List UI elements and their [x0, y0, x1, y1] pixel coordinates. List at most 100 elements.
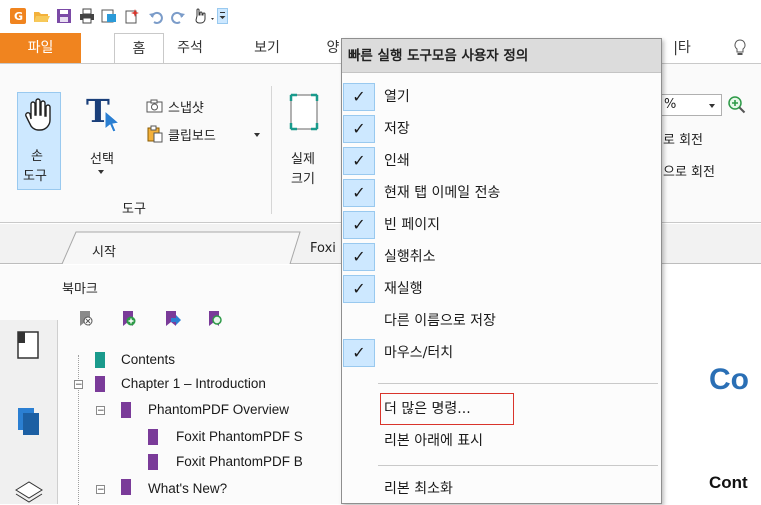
bookmark-icon: [148, 454, 158, 474]
start-tab-shape: [61, 231, 301, 264]
delete-bookmark-icon[interactable]: [76, 309, 96, 329]
hand-tool-label-line1: 손: [31, 149, 43, 164]
menu-item-minimize-ribbon[interactable]: 리본 최소화: [342, 473, 661, 505]
snapshot-button[interactable]: 스냅샷: [146, 95, 236, 117]
bookmark-whats-new[interactable]: What's New?: [148, 481, 227, 496]
check-icon: ✓: [343, 211, 375, 239]
actual-size-page-icon: [289, 93, 319, 131]
actual-size-button[interactable]: 실제 크기: [283, 92, 327, 187]
bookmark-icon: [121, 402, 131, 422]
document-heading: Co: [709, 363, 749, 396]
print-icon[interactable]: [79, 8, 95, 24]
bookmark-overview[interactable]: PhantomPDF Overview: [148, 402, 289, 417]
menu-item-label: 리본 최소화: [384, 481, 453, 497]
menu-item-redo[interactable]: ✓ 재실행: [342, 273, 661, 305]
tab-start[interactable]: 시작: [92, 241, 116, 260]
blank-page-icon[interactable]: [124, 8, 140, 24]
zoom-in-icon[interactable]: [727, 95, 747, 115]
collapse-chapter1-icon[interactable]: −: [74, 380, 83, 390]
menu-item-show-below-ribbon[interactable]: 리본 아래에 표시: [342, 425, 661, 457]
hand-touch-icon[interactable]: [194, 8, 218, 24]
zoom-value: %: [664, 97, 677, 112]
save-icon[interactable]: [56, 8, 72, 24]
bookmark-icon: [95, 352, 105, 372]
menu-item-label: 열기: [384, 89, 410, 105]
check-icon: ✓: [343, 147, 375, 175]
menu-item-label: 현재 탭 이메일 전송: [384, 185, 501, 201]
svg-text:G: G: [14, 10, 23, 23]
zoom-combo[interactable]: %: [662, 94, 722, 116]
document-subheading: Cont: [709, 473, 748, 492]
hand-tool-button[interactable]: 손 도구: [17, 92, 61, 190]
clipboard-dropdown-arrow-icon: [254, 133, 260, 137]
menu-item-label: 인쇄: [384, 153, 410, 169]
bookmark-pane-title: 북마크: [62, 282, 98, 297]
zoom-dropdown-arrow-icon: [709, 104, 715, 108]
menu-item-mouse-touch[interactable]: ✓ 마우스/터치: [342, 337, 661, 369]
check-icon: ✓: [343, 115, 375, 143]
tab-view[interactable]: 보기: [245, 33, 289, 63]
camera-icon: [146, 99, 163, 113]
email-tab-icon[interactable]: [101, 8, 117, 24]
find-bookmark-icon[interactable]: [205, 309, 225, 329]
menu-item-blank-page[interactable]: ✓ 빈 페이지: [342, 209, 661, 241]
menu-item-label: 실행취소: [384, 249, 436, 265]
clipboard-button[interactable]: 클립보드: [146, 123, 264, 145]
layers-panel-icon[interactable]: [12, 470, 46, 504]
bookmark-foxit-b[interactable]: Foxit PhantomPDF B: [176, 454, 303, 469]
check-icon: ✓: [343, 275, 375, 303]
customize-quick-access-menu: 빠른 실행 도구모음 사용자 정의 ✓ 열기 ✓ 저장 ✓ 인쇄 ✓ 현재 탭 …: [341, 38, 662, 504]
menu-separator: [378, 465, 658, 466]
bookmark-chapter1[interactable]: Chapter 1 – Introduction: [121, 376, 266, 391]
menu-item-label: 저장: [384, 121, 410, 137]
collapse-overview-icon[interactable]: −: [96, 406, 105, 416]
menu-item-label: 마우스/터치: [384, 345, 454, 361]
hand-tool-label-line2: 도구: [23, 169, 47, 184]
check-icon: ✓: [343, 243, 375, 271]
menu-item-undo[interactable]: ✓ 실행취소: [342, 241, 661, 273]
customize-toolbar-dropdown-icon[interactable]: [217, 8, 228, 24]
select-button[interactable]: T 선택: [80, 92, 124, 182]
navigation-panel-strip: [0, 320, 58, 504]
bookmark-icon: [121, 479, 131, 499]
menu-item-label: 빈 페이지: [384, 217, 440, 233]
rotate-left-label[interactable]: 으로 회전: [663, 161, 715, 180]
snapshot-label: 스냅샷: [168, 101, 204, 116]
tab-partial[interactable]: 양: [326, 33, 340, 63]
tab-file[interactable]: 파일: [0, 33, 81, 63]
lightbulb-icon[interactable]: [730, 33, 750, 63]
menu-item-email-tab[interactable]: ✓ 현재 탭 이메일 전송: [342, 177, 661, 209]
undo-icon[interactable]: [148, 8, 164, 24]
pages-panel-icon[interactable]: [12, 406, 46, 440]
tab-other[interactable]: |타: [667, 33, 697, 63]
menu-item-save-as[interactable]: 다른 이름으로 저장: [342, 305, 661, 337]
tab-foxit-doc[interactable]: Foxi: [310, 241, 336, 256]
expand-whatsnew-icon[interactable]: −: [96, 485, 105, 495]
check-icon: ✓: [343, 339, 375, 367]
actual-size-label-line2: 크기: [291, 172, 315, 187]
menu-item-label: 다른 이름으로 저장: [384, 313, 496, 329]
menu-item-save[interactable]: ✓ 저장: [342, 113, 661, 145]
move-bookmark-icon[interactable]: [162, 309, 182, 329]
check-icon: ✓: [343, 83, 375, 111]
foxit-logo-icon: G: [10, 8, 26, 24]
redo-icon[interactable]: [170, 8, 186, 24]
check-icon: ✓: [343, 179, 375, 207]
menu-item-label: 재실행: [384, 281, 423, 297]
menu-separator: [378, 383, 658, 384]
bookmark-panel-icon[interactable]: [12, 330, 46, 364]
bookmark-foxit-s[interactable]: Foxit PhantomPDF S: [176, 429, 303, 444]
add-bookmark-icon[interactable]: [119, 309, 139, 329]
open-folder-icon[interactable]: [33, 8, 50, 24]
rotate-right-label[interactable]: 로 회전: [663, 129, 703, 148]
bookmark-contents[interactable]: Contents: [121, 352, 175, 367]
select-text-icon: T: [86, 92, 122, 138]
menu-item-open[interactable]: ✓ 열기: [342, 81, 661, 113]
actual-size-label-line1: 실제: [291, 152, 315, 167]
tab-home[interactable]: 홈: [114, 33, 164, 65]
menu-title: 빠른 실행 도구모음 사용자 정의: [342, 39, 661, 73]
select-label: 선택: [90, 152, 114, 167]
menu-item-print[interactable]: ✓ 인쇄: [342, 145, 661, 177]
clipboard-label: 클립보드: [168, 129, 216, 144]
tab-comment[interactable]: 주석: [168, 33, 212, 63]
